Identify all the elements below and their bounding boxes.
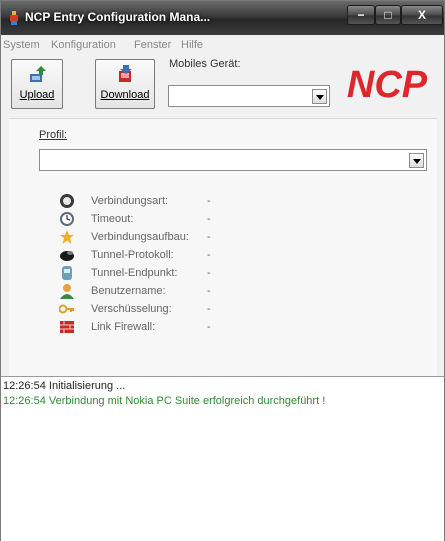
info-value: - — [207, 213, 211, 225]
chevron-down-icon[interactable] — [312, 89, 327, 104]
window-title: NCP Entry Configuration Mana... — [25, 10, 211, 24]
ncp-logo: NCP — [347, 64, 428, 103]
menu-system[interactable]: System — [3, 39, 40, 51]
info-label: Verbindungsaufbau: — [91, 231, 189, 243]
firewall-icon — [60, 321, 74, 333]
star-icon — [60, 230, 74, 244]
info-label: Tunnel-Endpunkt: — [91, 267, 178, 279]
info-value: - — [207, 285, 211, 297]
minimize-button[interactable]: − — [347, 5, 375, 25]
log-line: 12:26:54 Initialisierung ... — [3, 380, 125, 392]
close-icon: X — [417, 8, 426, 22]
mobile-device-label: Mobiles Gerät: — [169, 58, 241, 70]
tunnel-icon — [60, 251, 74, 261]
log-text: Initialisierung ... — [48, 380, 126, 392]
app-icon — [10, 11, 18, 25]
minimize-icon: − — [357, 8, 365, 22]
clock-icon — [60, 212, 74, 226]
info-label: Verschüsselung: — [91, 303, 172, 315]
log-line: 12:26:54 Verbindung mit Nokia PC Suite e… — [3, 395, 325, 407]
maximize-button[interactable]: □ — [375, 5, 401, 25]
log-time: 12:26:54 — [3, 395, 46, 407]
toolbar: Upload Download Mobiles Gerät: NCP — [1, 55, 444, 115]
menu-hilfe[interactable]: Hilfe — [181, 39, 203, 51]
download-icon — [119, 65, 132, 82]
chevron-down-icon[interactable] — [409, 153, 424, 168]
log-panel[interactable]: 12:26:54 Initialisierung ... 12:26:54 Ve… — [1, 376, 444, 541]
upload-button[interactable]: Upload — [11, 59, 63, 109]
profile-panel: Profil: Verbindungsart: - Timeout: - Ver… — [9, 118, 437, 377]
info-label: Timeout: — [91, 213, 134, 225]
profile-label: Profil: — [39, 129, 68, 141]
logo-text: NCP — [347, 64, 428, 103]
info-label: Link Firewall: — [91, 321, 156, 333]
log-time: 12:26:54 — [3, 380, 46, 392]
user-icon — [60, 284, 74, 299]
menu-konfiguration[interactable]: Konfiguration — [51, 39, 116, 51]
title-bar[interactable]: NCP Entry Configuration Mana... − □ X — [1, 1, 444, 35]
info-label: Verbindungsart: — [91, 195, 169, 207]
info-value: - — [207, 267, 211, 279]
info-value: - — [207, 321, 211, 333]
info-value: - — [207, 231, 211, 243]
info-label: Benutzername: — [91, 285, 166, 297]
info-value: - — [207, 249, 211, 261]
download-label: Download — [100, 89, 150, 101]
dial-icon — [60, 194, 74, 208]
app-window: NCP Entry Configuration Mana... − □ X Sy… — [0, 0, 445, 541]
info-label: Tunnel-Protokoll: — [91, 249, 174, 261]
info-value: - — [207, 303, 211, 315]
upload-label: Upload — [19, 89, 55, 101]
download-button[interactable]: Download — [95, 59, 155, 109]
mobile-device-select[interactable] — [168, 85, 330, 107]
key-icon — [59, 304, 74, 314]
close-button[interactable]: X — [401, 5, 443, 25]
endpoint-icon — [62, 266, 72, 280]
menu-bar: System Konfiguration Fenster Hilfe — [1, 35, 444, 55]
upload-icon — [30, 66, 46, 82]
maximize-icon: □ — [384, 8, 392, 22]
profile-select[interactable] — [39, 149, 427, 171]
menu-fenster[interactable]: Fenster — [134, 39, 171, 51]
log-text: Verbindung mit Nokia PC Suite erfolgreic… — [48, 395, 326, 407]
info-value: - — [207, 195, 211, 207]
